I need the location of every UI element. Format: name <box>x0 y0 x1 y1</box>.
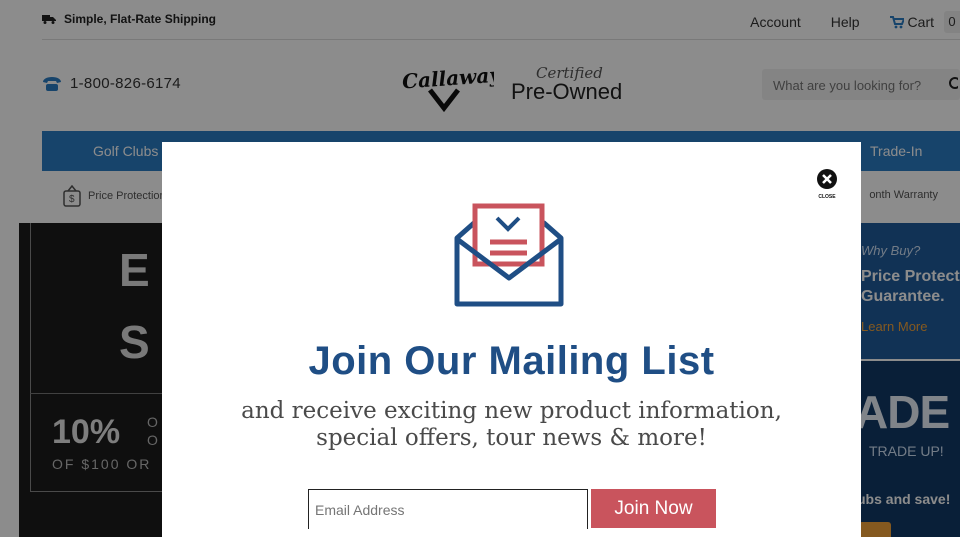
modal-subtitle-line-1: and receive exciting new product informa… <box>241 398 782 424</box>
modal-title: Join Our Mailing List <box>308 339 715 383</box>
page: Simple, Flat-Rate Shipping Account Help … <box>0 0 960 537</box>
join-now-button[interactable]: Join Now <box>591 489 716 528</box>
close-label: CLOSE <box>818 194 836 200</box>
close-icon <box>817 169 837 189</box>
close-button[interactable]: CLOSE <box>816 168 838 200</box>
envelope-icon <box>454 203 564 307</box>
modal-subtitle-line-2: special offers, tour news & more! <box>316 425 707 451</box>
email-field[interactable] <box>309 490 587 530</box>
email-field-wrapper <box>308 489 588 530</box>
mailing-list-modal: CLOSE Join Our Mailing List and receive … <box>162 142 861 537</box>
modal-subtitle: and receive exciting new product informa… <box>162 398 861 452</box>
